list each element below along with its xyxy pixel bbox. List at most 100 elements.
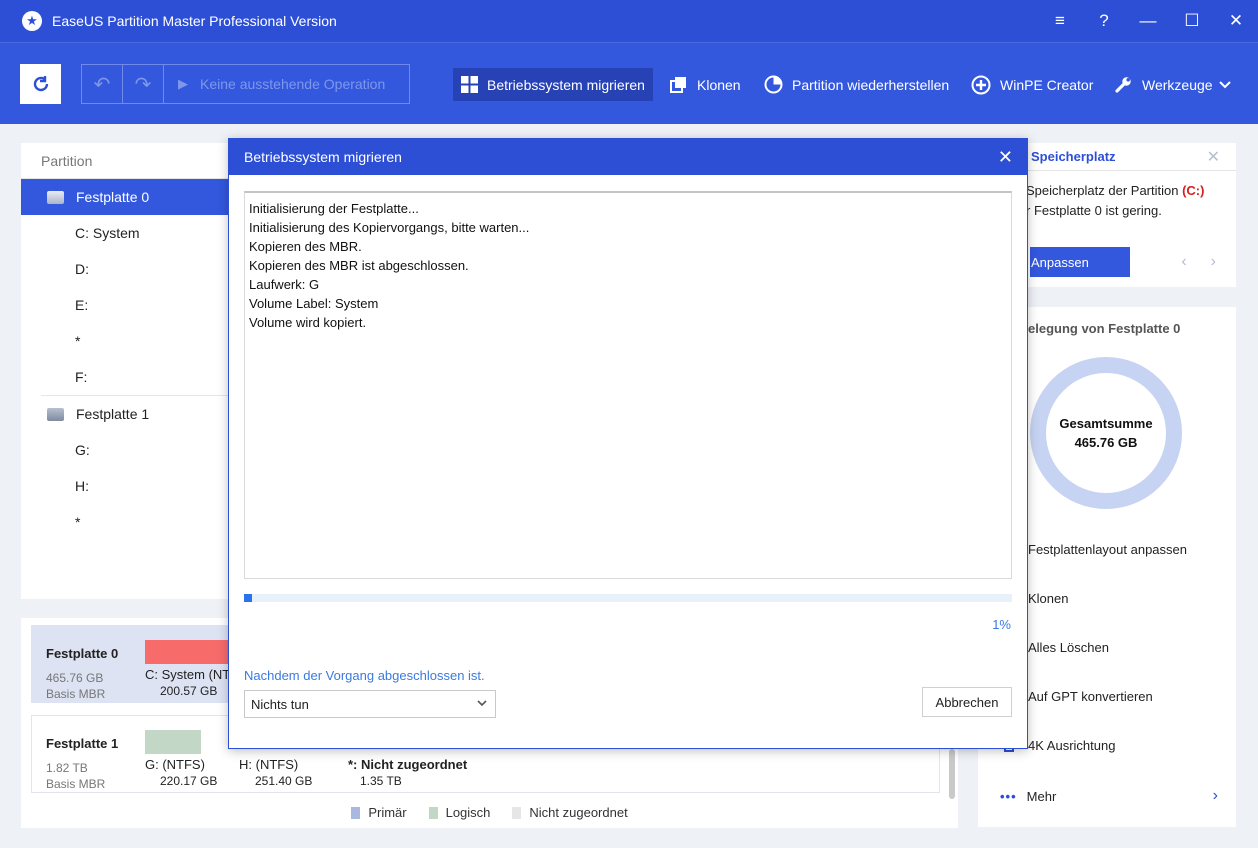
donut-center: Gesamtsumme 465.76 GB <box>1046 373 1166 493</box>
action-clone[interactable]: Klonen <box>1028 591 1068 606</box>
recover-partition-label: Partition wiederherstellen <box>792 76 950 93</box>
menu-icon[interactable]: ≡ <box>1038 0 1082 42</box>
partition-label: E: <box>75 297 89 313</box>
log-line: Volume Label: System <box>249 296 379 311</box>
chevron-right-icon[interactable]: › <box>1211 253 1216 271</box>
operation-history: ↶ ↷ ▶ Keine ausstehende Operation <box>81 64 410 104</box>
maximize-icon[interactable]: ☐ <box>1170 0 1214 42</box>
total-label: Gesamtsumme <box>1059 416 1153 431</box>
disk-icon <box>47 407 64 421</box>
log-line: Volume wird kopiert. <box>249 315 367 330</box>
progress-bar <box>244 594 1012 602</box>
action-resize-layout[interactable]: Festplattenlayout anpassen <box>1028 542 1187 557</box>
redo-button[interactable]: ↷ <box>123 65 164 103</box>
partition-row[interactable]: F: <box>21 359 241 395</box>
more-label: Mehr <box>1026 788 1057 804</box>
progress-percent: 1% <box>992 617 1011 632</box>
partition-row[interactable]: D: <box>21 251 241 287</box>
segment-label: C: System (NT <box>145 667 231 682</box>
action-convert-gpt[interactable]: Auf GPT konvertieren <box>1028 689 1153 704</box>
notice-text: r Festplatte 0 ist gering. <box>1026 203 1162 218</box>
refresh-button[interactable] <box>20 64 61 104</box>
chevron-right-icon: › <box>1212 787 1218 804</box>
app-title: EaseUS Partition Master Professional Ver… <box>52 13 337 29</box>
pie-icon <box>764 75 783 94</box>
disk-size: 465.76 GB <box>46 671 104 685</box>
disk-0-label: Festplatte 0 <box>76 189 150 205</box>
partition-row[interactable]: * <box>21 504 241 540</box>
chevron-left-icon[interactable]: ‹ <box>1181 253 1186 271</box>
disk-name: Festplatte 1 <box>46 736 119 751</box>
cancel-button[interactable]: Abbrechen <box>922 687 1012 717</box>
disk-1-row[interactable]: Festplatte 1 <box>21 396 241 432</box>
adjust-button[interactable]: Anpassen <box>1030 247 1130 277</box>
play-icon: ▶ <box>178 76 188 91</box>
toolbar: ↶ ↷ ▶ Keine ausstehende Operation Betrie… <box>0 42 1258 124</box>
usage-donut-chart: Gesamtsumme 465.76 GB <box>1030 357 1182 509</box>
partition-row[interactable]: * <box>21 323 241 359</box>
chevron-down-icon <box>477 698 487 710</box>
after-completion-label: Nachdem der Vorgang abgeschlossen ist. <box>244 668 485 683</box>
dialog-close-icon[interactable]: ✕ <box>998 147 1013 168</box>
usage-title: elegung von Festplatte 0 <box>1028 321 1181 336</box>
help-icon[interactable]: ? <box>1082 0 1126 42</box>
legend-swatch <box>428 806 438 819</box>
partition-label: C: System <box>75 225 140 241</box>
notice-text: Speicherplatz der Partition <box>1026 183 1183 198</box>
partition-row[interactable]: E: <box>21 287 241 323</box>
undo-button[interactable]: ↶ <box>82 65 123 103</box>
legend-swatch <box>351 806 361 819</box>
chevron-down-icon <box>1218 80 1231 89</box>
app-logo-icon: ★ <box>22 11 42 31</box>
disk-0-row[interactable]: Festplatte 0 <box>21 179 241 215</box>
partition-row[interactable]: C: System <box>21 215 241 251</box>
recover-partition-button[interactable]: Partition wiederherstellen <box>756 68 957 101</box>
log-line: Laufwerk: G <box>249 277 320 292</box>
legend-primary: Primär <box>351 805 407 820</box>
log-line: Initialisierung der Festplatte... <box>249 201 419 216</box>
after-completion-value: Nichts tun <box>251 696 309 712</box>
minimize-icon[interactable]: — <box>1126 0 1170 42</box>
segment-label: H: (NTFS) <box>239 757 299 772</box>
after-completion-select[interactable]: Nichts tun <box>244 690 496 718</box>
refresh-icon <box>33 76 48 92</box>
partition-row[interactable]: G: <box>21 432 241 468</box>
clone-button[interactable]: Klonen <box>662 68 749 101</box>
tools-label: Werkzeuge <box>1142 76 1213 93</box>
action-delete-all[interactable]: Alles Löschen <box>1028 640 1109 655</box>
migrate-os-label: Betriebssystem migrieren <box>487 76 645 93</box>
segment-label: G: (NTFS) <box>145 757 205 772</box>
plus-circle-icon <box>971 75 991 95</box>
migrate-os-button[interactable]: Betriebssystem migrieren <box>453 68 653 101</box>
disk-1-label: Festplatte 1 <box>76 406 150 422</box>
dialog-title: Betriebssystem migrieren <box>244 149 402 165</box>
pending-operations-button[interactable]: ▶ Keine ausstehende Operation <box>164 76 385 92</box>
winpe-creator-button[interactable]: WinPE Creator <box>963 68 1101 101</box>
partition-row[interactable]: H: <box>21 468 241 504</box>
notice-pager: ‹ › <box>1181 253 1216 271</box>
notice-close-icon[interactable]: ✕ <box>1207 147 1220 167</box>
notice-title: Speicherplatz <box>1031 149 1116 164</box>
disk-icon <box>47 190 64 204</box>
disk-name: Festplatte 0 <box>46 646 119 661</box>
more-dots-icon: ••• <box>1000 788 1017 804</box>
close-icon[interactable]: ✕ <box>1214 0 1258 42</box>
title-bar: ★ EaseUS Partition Master Professional V… <box>0 0 1258 42</box>
more-button[interactable]: ••• Mehr › <box>1000 787 1218 805</box>
segment-label: *: Nicht zugeordnet <box>348 757 468 772</box>
partition-segment-g[interactable] <box>145 730 201 754</box>
notice-drive: (C:) <box>1182 183 1205 198</box>
disk-map-scrollbar[interactable] <box>949 749 955 799</box>
partition-segment-c[interactable] <box>145 640 235 664</box>
action-4k-alignment[interactable]: 4K Ausrichtung <box>1028 738 1115 753</box>
partition-label: F: <box>75 369 88 385</box>
segment-size: 200.57 GB <box>160 684 218 698</box>
disk-type: Basis MBR <box>46 687 106 701</box>
log-line: Initialisierung des Kopiervorgangs, bitt… <box>249 220 530 235</box>
winpe-creator-label: WinPE Creator <box>1000 76 1094 93</box>
operation-log[interactable]: Initialisierung der Festplatte... Initia… <box>244 191 1012 579</box>
wrench-icon <box>1114 75 1133 94</box>
disk-type: Basis MBR <box>46 777 106 791</box>
tools-button[interactable]: Werkzeuge <box>1106 68 1239 101</box>
undo-icon: ↶ <box>93 73 111 96</box>
